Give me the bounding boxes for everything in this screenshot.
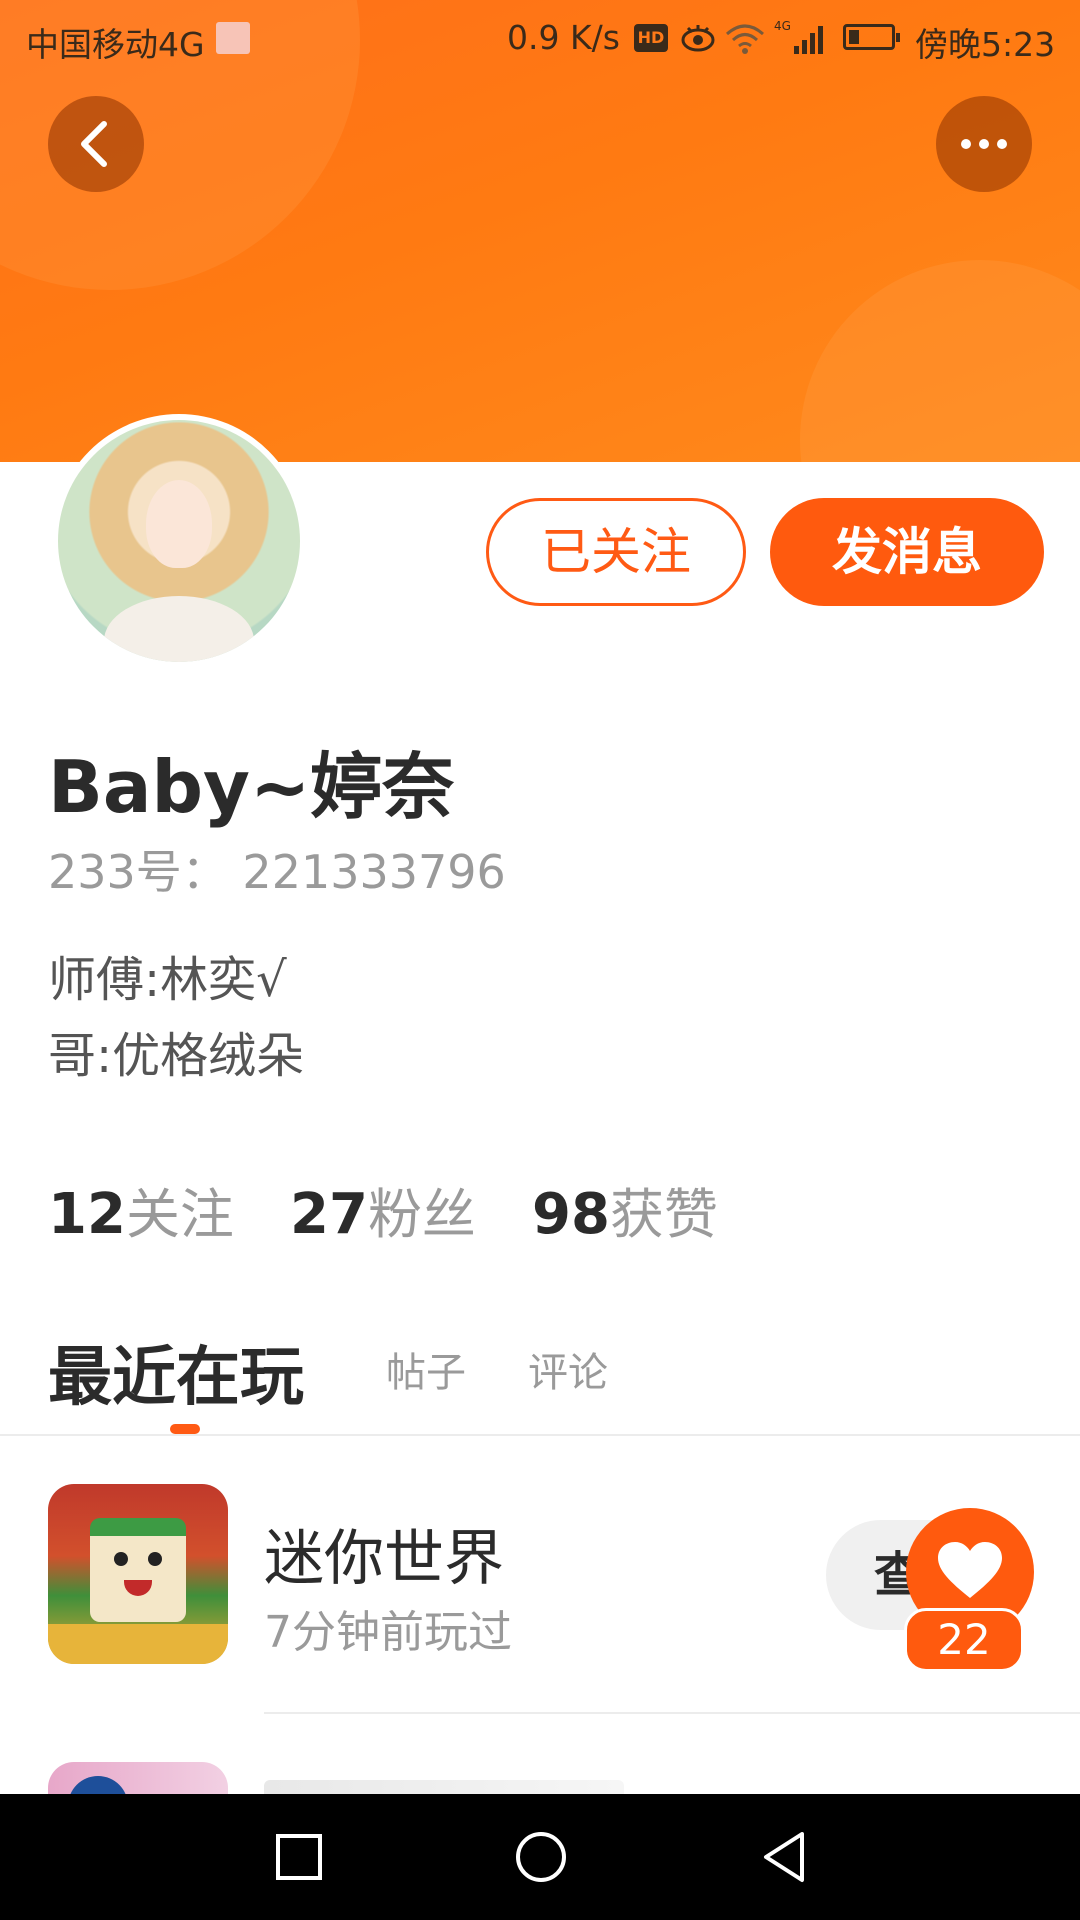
eye-icon: [680, 22, 716, 62]
tab-comments[interactable]: 评论: [528, 1340, 608, 1398]
avatar-face: [146, 480, 212, 568]
square-recents-icon[interactable]: [264, 1822, 334, 1892]
hd-badge: HD: [634, 24, 668, 52]
network-speed: 0.9 K/s: [507, 18, 620, 57]
avatar-image: [58, 420, 300, 662]
avatar[interactable]: [52, 414, 306, 668]
following-button[interactable]: 已关注: [486, 498, 746, 606]
game-last-played: 7分钟前玩过: [264, 1607, 512, 1658]
header-decoration: [800, 260, 1080, 462]
more-dots-icon: [961, 139, 1007, 149]
tab-recently-played[interactable]: 最近在玩: [48, 1326, 304, 1418]
back-button[interactable]: [48, 96, 144, 192]
stat-likes: 98获赞: [532, 1170, 718, 1249]
game-icon-character: [90, 1518, 186, 1622]
carrier-label: 中国移动4G: [26, 25, 205, 64]
bio-line: 哥:优格绒朵: [48, 1028, 305, 1084]
game-icon-coins: [48, 1624, 228, 1664]
clock: 傍晚5:23: [915, 25, 1056, 64]
sim-icon: [216, 22, 250, 54]
system-nav-bar: [0, 1794, 1080, 1920]
chevron-left-icon: [81, 121, 107, 167]
network-type: 4G: [774, 19, 791, 33]
divider: [0, 1434, 1080, 1436]
send-message-button[interactable]: 发消息: [770, 498, 1044, 606]
circle-home-icon[interactable]: [506, 1822, 576, 1892]
fans-count: 27: [290, 1182, 368, 1247]
account-id: 233号： 221333796: [48, 845, 506, 899]
heart-icon: [938, 1542, 1002, 1598]
active-tab-indicator: [170, 1424, 200, 1434]
triangle-back-icon[interactable]: [748, 1822, 818, 1892]
signal-icon: 4G: [774, 18, 834, 66]
likes-label: 获赞: [609, 1183, 718, 1246]
fans-label: 粉丝: [367, 1183, 476, 1246]
battery-icon: [843, 24, 900, 50]
more-options-button[interactable]: [936, 96, 1032, 192]
like-count-badge: 22: [904, 1608, 1024, 1672]
stat-following[interactable]: 12关注: [48, 1170, 234, 1249]
following-count: 12: [48, 1182, 126, 1247]
game-icon[interactable]: [48, 1484, 228, 1664]
divider: [264, 1712, 1080, 1714]
stat-fans[interactable]: 27粉丝: [290, 1170, 476, 1249]
game-name[interactable]: 迷你世界: [264, 1510, 504, 1597]
status-bar: 中国移动4G 0.9 K/s HD 4G 傍晚5:23: [0, 0, 1080, 76]
following-label: 关注: [125, 1183, 234, 1246]
game-icon-eye: [148, 1552, 162, 1566]
likes-count: 98: [532, 1182, 610, 1247]
game-icon-eye: [114, 1552, 128, 1566]
username: Baby~婷奈: [48, 745, 455, 829]
avatar-dress: [104, 596, 254, 662]
wifi-icon: [724, 20, 766, 64]
tab-posts[interactable]: 帖子: [386, 1340, 466, 1398]
bio-line: 师傅:林奕√: [48, 952, 287, 1008]
